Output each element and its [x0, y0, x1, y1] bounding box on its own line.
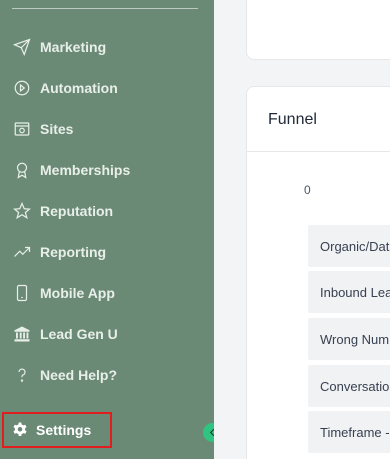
phone-icon: [12, 283, 32, 303]
gear-icon: [10, 420, 30, 440]
funnel-divider: [247, 151, 390, 152]
sidebar-item-label: Reputation: [40, 203, 114, 219]
sidebar: Marketing Automation Sites Memberships R…: [0, 0, 214, 459]
sidebar-item-reporting[interactable]: Reporting: [12, 237, 202, 267]
sidebar-item-lead-gen-u[interactable]: Lead Gen U: [12, 319, 202, 349]
funnel-title: Funnel: [268, 111, 317, 128]
sidebar-item-memberships[interactable]: Memberships: [12, 155, 202, 185]
bank-icon: [12, 324, 32, 344]
funnel-stage-row: Organic/Dat: [308, 225, 390, 267]
funnel-stage-row: Inbound Lea: [308, 271, 390, 313]
sidebar-item-automation[interactable]: Automation: [12, 73, 202, 103]
sidebar-item-label: Mobile App: [40, 285, 115, 301]
sidebar-item-need-help[interactable]: Need Help?: [12, 360, 202, 390]
main-content: Funnel 0 Organic/Dat Inbound Lea Wrong N…: [214, 0, 390, 459]
funnel-stage-row: Conversatio: [308, 365, 390, 407]
sidebar-item-label: Automation: [40, 80, 118, 96]
sidebar-item-marketing[interactable]: Marketing: [12, 32, 202, 62]
sidebar-item-label: Sites: [40, 121, 74, 137]
automation-icon: [12, 78, 32, 98]
send-icon: [12, 37, 32, 57]
funnel-stage-row: Wrong Num: [308, 318, 390, 360]
sidebar-item-label: Memberships: [40, 162, 131, 178]
trend-up-icon: [12, 242, 32, 262]
star-icon: [12, 201, 32, 221]
sidebar-item-reputation[interactable]: Reputation: [12, 196, 202, 226]
sidebar-item-sites[interactable]: Sites: [12, 114, 202, 144]
funnel-stage-row: Timeframe -: [308, 411, 390, 453]
funnel-card: Funnel 0 Organic/Dat Inbound Lea Wrong N…: [246, 86, 390, 459]
sidebar-item-mobile-app[interactable]: Mobile App: [12, 278, 202, 308]
top-card: [246, 0, 390, 60]
question-icon: [12, 365, 32, 385]
globe-window-icon: [12, 119, 32, 139]
award-icon: [12, 160, 32, 180]
sidebar-item-label: Reporting: [40, 244, 107, 260]
funnel-axis-zero: 0: [304, 183, 311, 197]
sidebar-item-label: Need Help?: [40, 367, 118, 383]
settings-label: Settings: [36, 422, 92, 438]
sidebar-divider: [12, 8, 198, 9]
settings-button[interactable]: Settings: [2, 412, 112, 448]
sidebar-item-label: Marketing: [40, 39, 107, 55]
sidebar-item-label: Lead Gen U: [40, 326, 118, 342]
